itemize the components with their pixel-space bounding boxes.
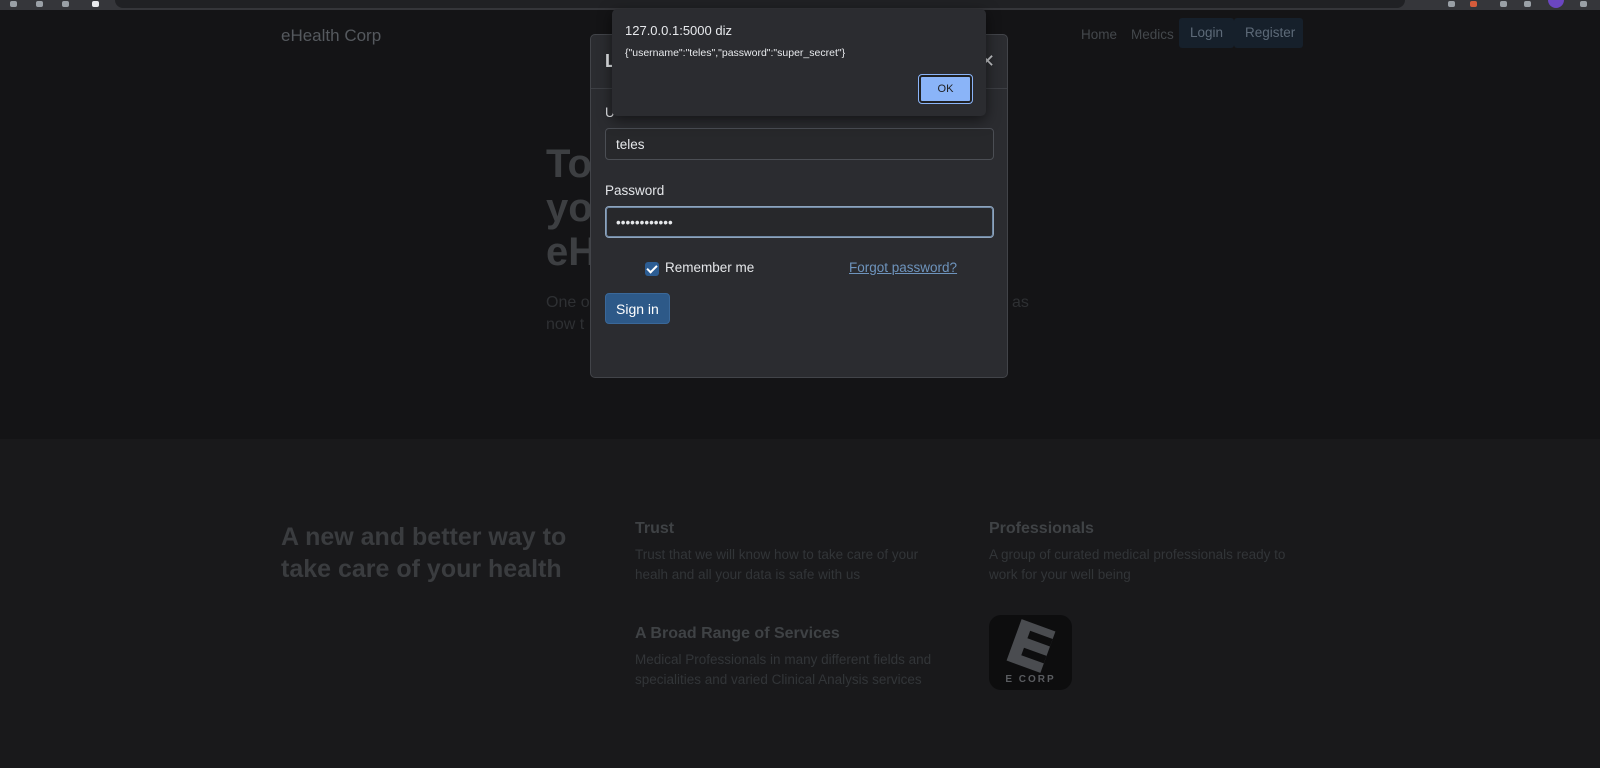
- feature-text-professionals: A group of curated medical professionals…: [989, 545, 1285, 585]
- navbar-brand[interactable]: eHealth Corp: [281, 26, 381, 46]
- feature-text-line: healh and all your data is safe with us: [635, 567, 861, 582]
- feature-text-trust: Trust that we will know how to take care…: [635, 545, 918, 585]
- features-heading: A new and better way to take care of you…: [281, 523, 567, 583]
- sidebar-icon[interactable]: [1524, 1, 1531, 7]
- remember-me-label[interactable]: Remember me: [665, 260, 754, 275]
- alert-ok-button[interactable]: OK: [918, 74, 973, 104]
- hero-lead-line: as: [1012, 294, 1029, 311]
- profile-avatar[interactable]: [1548, 0, 1564, 8]
- forgot-password-link[interactable]: Forgot password?: [849, 260, 957, 275]
- extension-icon[interactable]: [1448, 1, 1455, 7]
- feature-text-line: work for your well being: [989, 567, 1131, 582]
- alert-origin: 127.0.0.1:5000 diz: [625, 23, 732, 38]
- home-icon[interactable]: [92, 1, 99, 7]
- ecorp-logo: E CORP: [989, 615, 1072, 690]
- features-section: A new and better way to take care of you…: [0, 439, 1600, 768]
- back-icon[interactable]: [10, 1, 17, 7]
- hero-lead-line: now t: [546, 316, 585, 333]
- ecorp-logo-text: E CORP: [1005, 674, 1056, 685]
- sign-in-button[interactable]: Sign in: [605, 293, 670, 324]
- feature-text-line: specialities and varied Clinical Analysi…: [635, 672, 922, 687]
- feature-text-line: Trust that we will know how to take care…: [635, 547, 919, 562]
- alert-dialog: 127.0.0.1:5000 diz {"username":"teles","…: [612, 9, 986, 116]
- address-bar[interactable]: [115, 0, 1405, 8]
- menu-icon[interactable]: [1580, 1, 1587, 7]
- alert-message: {"username":"teles","password":"super_se…: [625, 47, 846, 59]
- nav-link-home[interactable]: Home: [1081, 27, 1117, 42]
- feature-title-professionals: Professionals: [989, 520, 1094, 537]
- feature-text-services: Medical Professionals in many different …: [635, 650, 931, 690]
- feature-title-trust: Trust: [635, 520, 675, 537]
- feature-text-line: A group of curated medical professionals…: [989, 547, 1286, 562]
- remember-me-checkbox[interactable]: [645, 262, 659, 276]
- nav-link-medics[interactable]: Medics: [1131, 27, 1174, 42]
- nav-register-button[interactable]: Register: [1234, 18, 1303, 48]
- nav-login-button[interactable]: Login: [1179, 18, 1235, 48]
- extension-icon[interactable]: [1470, 1, 1477, 7]
- password-label: Password: [605, 183, 665, 198]
- ecorp-e-icon: [1006, 619, 1056, 673]
- username-field[interactable]: [605, 128, 994, 160]
- reload-icon[interactable]: [62, 1, 69, 7]
- feature-text-line: Medical Professionals in many different …: [635, 652, 932, 667]
- forward-icon[interactable]: [36, 1, 43, 7]
- hero-lead-line: One o: [546, 294, 590, 311]
- feature-title-services: A Broad Range of Services: [635, 625, 840, 642]
- password-field[interactable]: [605, 206, 994, 238]
- extensions-menu-icon[interactable]: [1500, 1, 1507, 7]
